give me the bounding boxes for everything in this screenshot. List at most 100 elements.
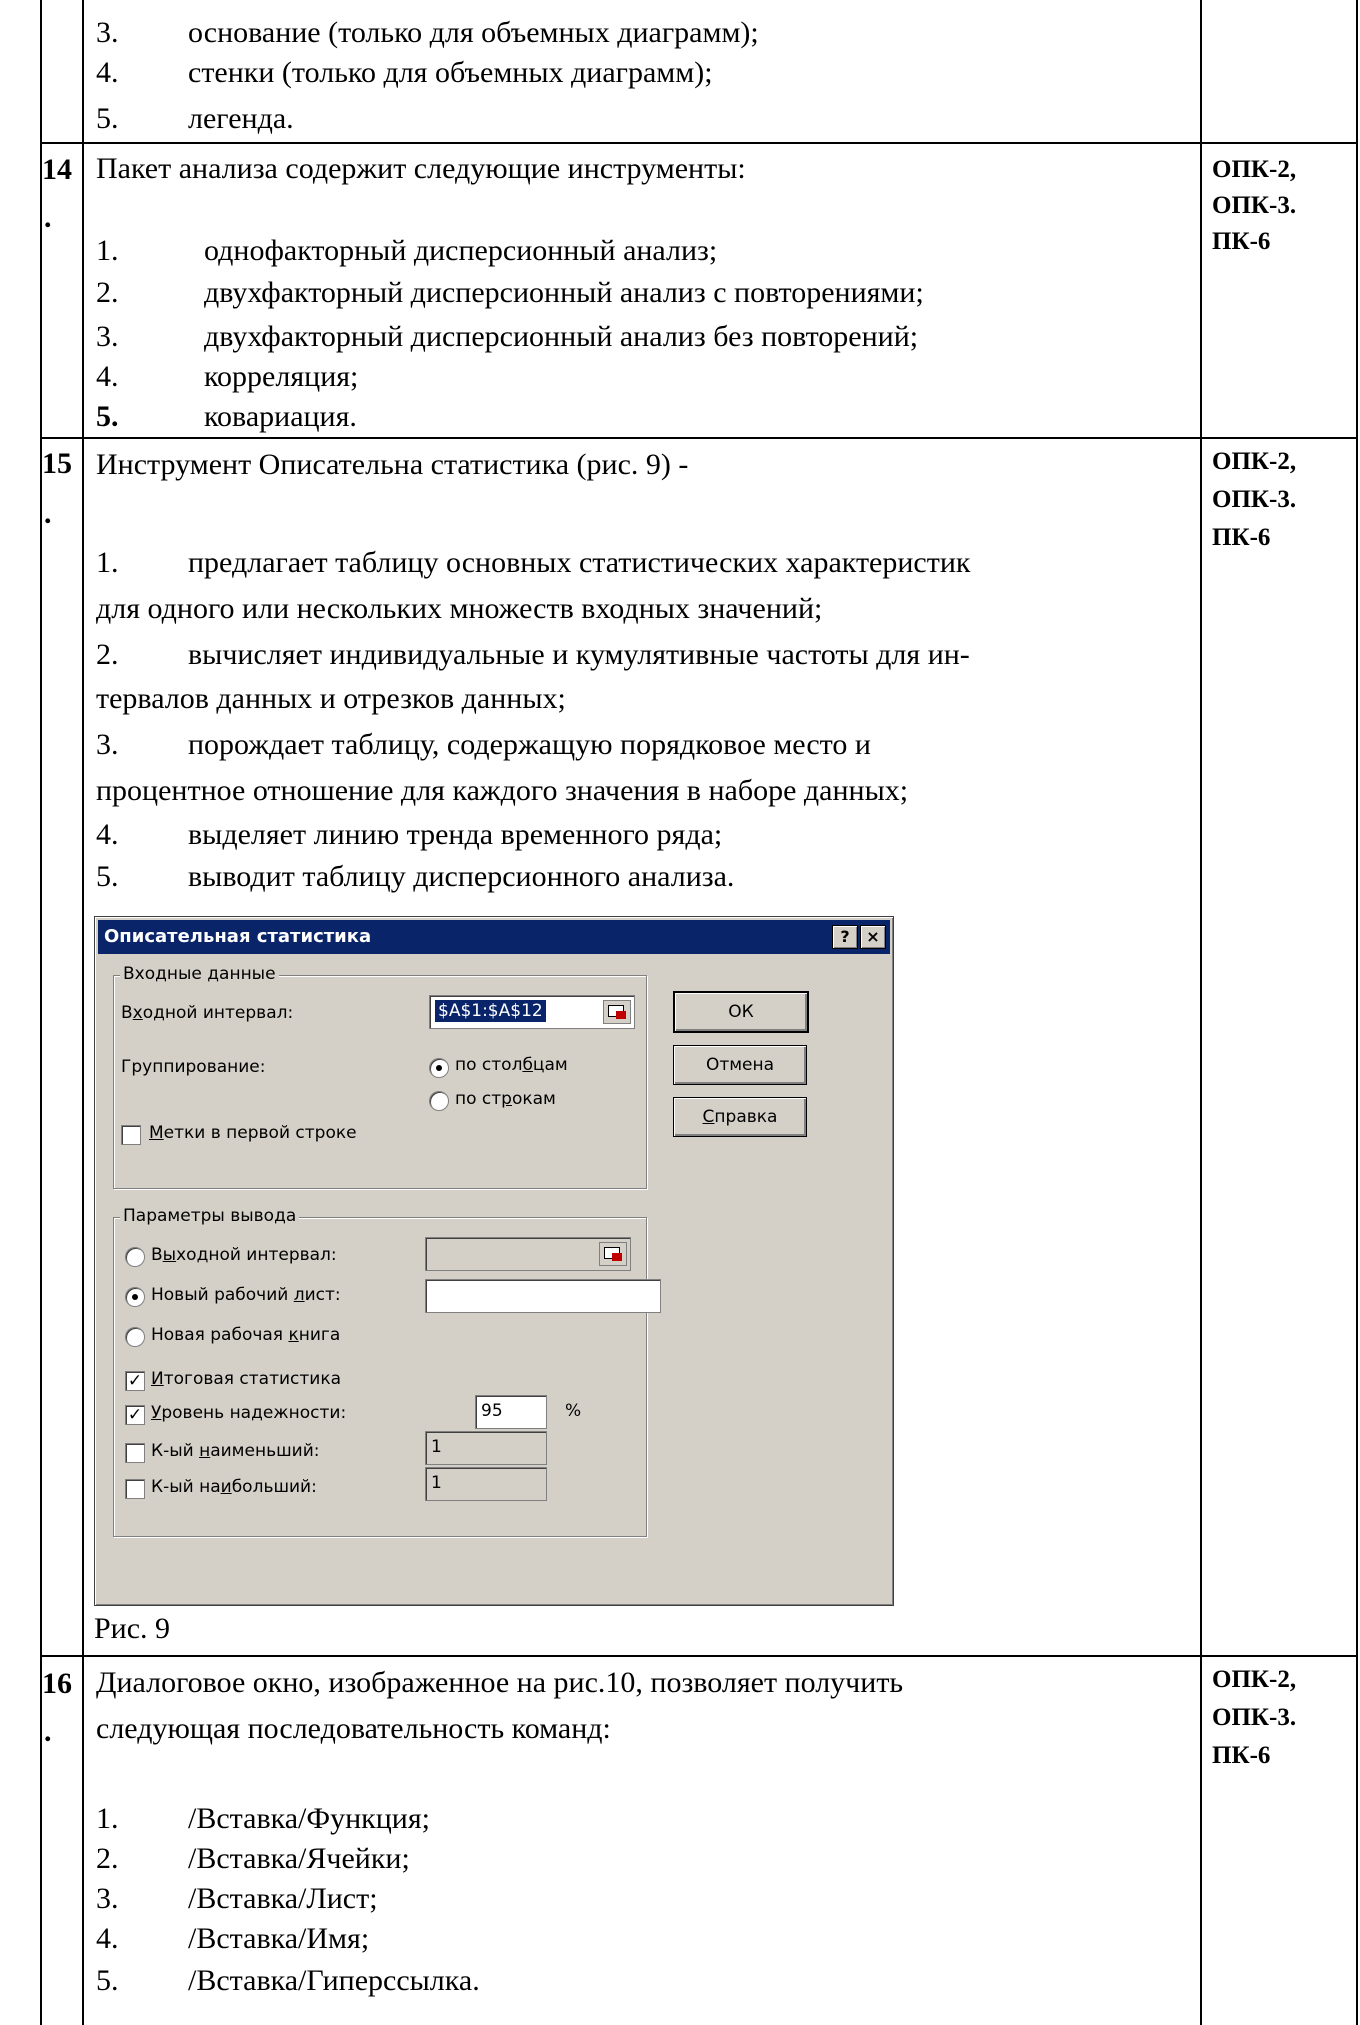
input-data-group-label: Входные данные bbox=[120, 964, 279, 984]
question-number: 16 bbox=[42, 1667, 72, 1700]
competency-code: ПК-6 bbox=[1212, 228, 1271, 255]
option-text: выделяет линию тренда временного ряда; bbox=[188, 818, 723, 851]
figure-caption: Рис. 9 bbox=[94, 1612, 171, 1645]
question-number-dot: . bbox=[44, 497, 52, 530]
option-text: /Вставка/Функция; bbox=[188, 1802, 430, 1835]
input-range-value: $A$1:$A$12 bbox=[435, 1000, 546, 1022]
input-range-field[interactable]: $A$1:$A$12 bbox=[429, 995, 635, 1029]
document-page: 3. основание (только для объемных диагра… bbox=[0, 0, 1360, 2025]
labels-first-row-checkbox[interactable] bbox=[121, 1125, 141, 1145]
option-number: 3. bbox=[96, 1882, 119, 1915]
option-text: /Вставка/Имя; bbox=[188, 1922, 370, 1955]
option-number: 4. bbox=[96, 818, 119, 851]
kth-largest-label[interactable]: К-ый наибольший: bbox=[151, 1477, 317, 1497]
dialog-title: Описательная статистика bbox=[104, 926, 372, 947]
summary-statistics-checkbox[interactable]: ✓ bbox=[125, 1371, 145, 1391]
new-workbook-radio[interactable] bbox=[125, 1327, 145, 1347]
option-text: порождает таблицу, содержащую порядковое… bbox=[188, 728, 871, 761]
output-range-field[interactable] bbox=[425, 1237, 631, 1271]
list-number: 5. bbox=[96, 102, 119, 135]
option-text: вычисляет индивидуальные и кумулятивные … bbox=[188, 638, 970, 671]
option-number: 5. bbox=[96, 860, 119, 893]
option-text: ковариация. bbox=[204, 400, 357, 433]
option-number: 3. bbox=[96, 320, 119, 353]
summary-statistics-label[interactable]: Итоговая статистика bbox=[151, 1369, 341, 1389]
option-number: 5. bbox=[96, 400, 119, 433]
confidence-level-value: 95 bbox=[481, 1401, 503, 1421]
by-rows-radio[interactable] bbox=[429, 1091, 449, 1111]
list-number: 4. bbox=[96, 56, 119, 89]
competency-code: ПК-6 bbox=[1212, 1742, 1271, 1769]
new-worksheet-name-field[interactable] bbox=[425, 1279, 661, 1313]
question-number-dot: . bbox=[44, 1715, 52, 1748]
new-worksheet-label[interactable]: Новый рабочий лист: bbox=[151, 1285, 341, 1305]
table-border-left bbox=[40, 0, 42, 2025]
kth-smallest-checkbox[interactable] bbox=[125, 1443, 145, 1463]
confidence-level-label[interactable]: Уровень надежности: bbox=[151, 1403, 346, 1423]
competency-code: ОПК-2, bbox=[1212, 448, 1297, 475]
competency-code: ОПК-2, bbox=[1212, 156, 1297, 183]
option-text-continued: тервалов данных и отрезков данных; bbox=[96, 682, 566, 715]
kth-largest-checkbox[interactable] bbox=[125, 1479, 145, 1499]
question-text-continued: следующая последовательность команд: bbox=[96, 1712, 611, 1745]
collapse-dialog-icon[interactable] bbox=[599, 1242, 627, 1266]
kth-smallest-label[interactable]: К-ый наименьший: bbox=[151, 1441, 319, 1461]
competency-code: ОПК-3. bbox=[1212, 192, 1297, 219]
option-number: 3. bbox=[96, 728, 119, 761]
row-divider bbox=[40, 437, 1358, 439]
option-text: /Вставка/Лист; bbox=[188, 1882, 378, 1915]
kth-smallest-field[interactable]: 1 bbox=[425, 1431, 547, 1465]
dialog-title-bar: Описательная статистика ? × bbox=[98, 920, 890, 954]
option-number: 4. bbox=[96, 360, 119, 393]
help-button[interactable]: Справка bbox=[673, 1097, 807, 1137]
table-border-right bbox=[1356, 0, 1358, 2025]
new-workbook-label[interactable]: Новая рабочая книга bbox=[151, 1325, 340, 1345]
option-text: двухфакторный дисперсионный анализ с пов… bbox=[204, 276, 924, 309]
new-worksheet-radio[interactable] bbox=[125, 1287, 145, 1307]
by-columns-label[interactable]: по столбцам bbox=[455, 1055, 568, 1075]
question-number: 15 bbox=[42, 447, 72, 480]
ok-button[interactable]: ОК bbox=[673, 991, 809, 1033]
option-number: 2. bbox=[96, 638, 119, 671]
row-divider bbox=[40, 1655, 1358, 1657]
grouping-label: Группирование: bbox=[121, 1057, 266, 1077]
option-text: предлагает таблицу основных статистическ… bbox=[188, 546, 971, 579]
by-rows-label[interactable]: по строкам bbox=[455, 1089, 556, 1109]
question-number: 14 bbox=[42, 153, 72, 186]
row-divider bbox=[40, 142, 1358, 144]
list-item: стенки (только для объемных диаграмм); bbox=[188, 56, 713, 89]
option-text: выводит таблицу дисперсионного анализа. bbox=[188, 860, 735, 893]
table-border-number-col bbox=[82, 0, 84, 2025]
confidence-level-checkbox[interactable]: ✓ bbox=[125, 1405, 145, 1425]
question-text: Пакет анализа содержит следующие инструм… bbox=[96, 152, 746, 185]
percent-sign: % bbox=[565, 1401, 582, 1421]
option-number: 2. bbox=[96, 276, 119, 309]
input-range-label: Входной интервал: bbox=[121, 1003, 294, 1023]
output-range-label[interactable]: Выходной интервал: bbox=[151, 1245, 337, 1265]
list-item: легенда. bbox=[188, 102, 294, 135]
labels-first-row-label[interactable]: Метки в первой строке bbox=[149, 1123, 357, 1143]
by-columns-radio[interactable] bbox=[429, 1058, 449, 1078]
question-number-dot: . bbox=[44, 201, 52, 234]
option-text-continued: для одного или нескольких множеств входн… bbox=[96, 592, 823, 625]
help-icon[interactable]: ? bbox=[832, 925, 858, 949]
confidence-level-field[interactable]: 95 bbox=[475, 1395, 547, 1429]
output-options-group-label: Параметры вывода bbox=[120, 1206, 300, 1226]
option-number: 2. bbox=[96, 1842, 119, 1875]
option-text: /Вставка/Гиперссылка. bbox=[188, 1964, 480, 1997]
table-border-code-col bbox=[1200, 0, 1202, 2025]
option-number: 5. bbox=[96, 1964, 119, 1997]
competency-code: ОПК-3. bbox=[1212, 1704, 1297, 1731]
option-text: корреляция; bbox=[204, 360, 359, 393]
output-range-radio[interactable] bbox=[125, 1247, 145, 1267]
competency-code: ПК-6 bbox=[1212, 524, 1271, 551]
option-text-continued: процентное отношение для каждого значени… bbox=[96, 774, 909, 807]
question-text: Диалоговое окно, изображенное на рис.10,… bbox=[96, 1666, 904, 1699]
cancel-button[interactable]: Отмена bbox=[673, 1045, 807, 1085]
option-text: однофакторный дисперсионный анализ; bbox=[204, 234, 718, 267]
option-number: 1. bbox=[96, 1802, 119, 1835]
collapse-dialog-icon[interactable] bbox=[603, 1000, 631, 1024]
close-icon[interactable]: × bbox=[860, 925, 886, 949]
kth-largest-field[interactable]: 1 bbox=[425, 1467, 547, 1501]
kth-largest-value: 1 bbox=[431, 1473, 442, 1493]
